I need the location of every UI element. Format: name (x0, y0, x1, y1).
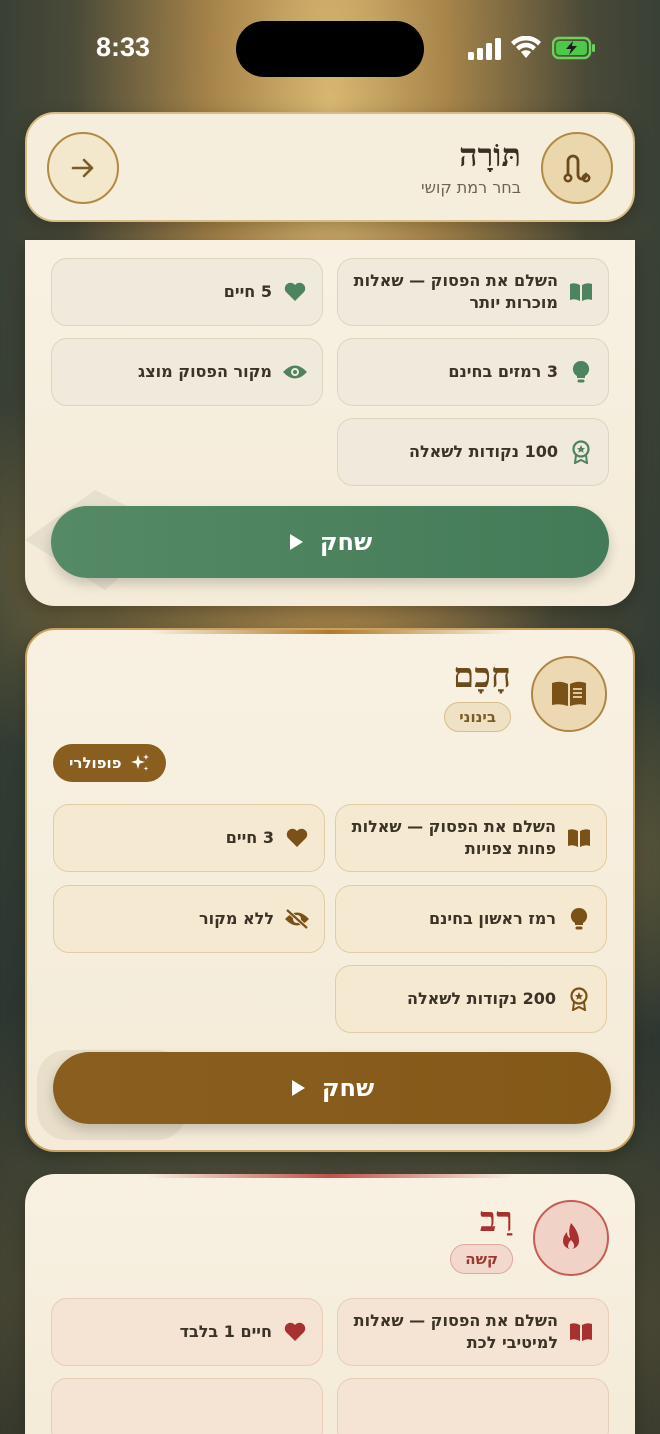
header-bar: תּוֹרָה בחר רמת קושי (25, 112, 635, 222)
feature-hints: 3 רמזים בחינם (337, 338, 609, 406)
route-icon-badge (541, 132, 613, 204)
card-accent-line (147, 630, 513, 634)
popular-label: פופולרי (69, 754, 122, 772)
feature-lives: 3 חיים (53, 804, 325, 872)
flame-icon (563, 1223, 579, 1250)
signal-icon (468, 38, 501, 60)
level-card-torah: השלם את הפסוק — שאלות מוכרות יותר 5 חיים… (25, 240, 635, 606)
feature-points: 100 נקודות לשאלה (337, 418, 609, 486)
feature-hints: רמז ראשון בחינם (335, 885, 607, 953)
feature-source: ללא מקור (53, 885, 325, 953)
eye-off-icon (284, 906, 310, 932)
play-label: שחק (321, 1074, 375, 1102)
level-card-rav: רַב קשה השלם את הפסוק — שאלות למיטיבי לכ… (25, 1174, 635, 1434)
page-title: תּוֹרָה (459, 136, 521, 174)
heart-icon (282, 1319, 308, 1345)
heart-icon (284, 825, 310, 851)
dynamic-island (236, 21, 424, 77)
arrow-right-icon (71, 158, 94, 178)
level-icon-badge (533, 1200, 609, 1276)
feature-source (51, 1378, 323, 1434)
feature-text: השלם את הפסוק — שאלות פחות צפויות (351, 817, 556, 858)
feature-text: חיים 1 בלבד (179, 1322, 272, 1341)
page-subtitle: בחר רמת קושי (421, 178, 521, 197)
feature-text: מקור הפסוק מוצג (138, 362, 272, 381)
feature-lives: חיים 1 בלבד (51, 1298, 323, 1366)
play-button-torah[interactable]: שחק (51, 506, 609, 578)
feature-text: 3 חיים (225, 828, 274, 847)
feature-source: מקור הפסוק מוצג (51, 338, 323, 406)
feature-hints (337, 1378, 609, 1434)
lightbulb-icon (566, 906, 592, 932)
route-icon (563, 154, 591, 183)
level-title: חָכָם (453, 656, 511, 696)
back-button[interactable] (47, 132, 119, 204)
status-bar: 8:33 (0, 0, 660, 100)
lightbulb-icon (568, 359, 594, 385)
level-title: רַב (479, 1200, 513, 1240)
popular-tag: פופולרי (53, 744, 166, 782)
feature-text: ללא מקור (198, 909, 274, 928)
feature-text: השלם את הפסוק — שאלות מוכרות יותר (353, 271, 558, 312)
battery-charging-icon (552, 36, 595, 60)
status-time: 8:33 (96, 32, 151, 62)
play-label: שחק (319, 528, 373, 556)
open-book-icon (568, 279, 594, 305)
feature-points: 200 נקודות לשאלה (335, 965, 607, 1033)
difficulty-badge: בינוני (444, 702, 511, 732)
sparkles-icon (130, 754, 149, 771)
feature-text: 200 נקודות לשאלה (406, 989, 556, 1008)
feature-verse-completion: השלם את הפסוק — שאלות מוכרות יותר (337, 258, 609, 326)
open-book-icon (566, 825, 592, 851)
feature-text: השלם את הפסוק — שאלות למיטיבי לכת (353, 1311, 558, 1352)
difficulty-badge: קשה (450, 1244, 513, 1274)
feature-verse-completion: השלם את הפסוק — שאלות פחות צפויות (335, 804, 607, 872)
feature-text: 5 חיים (223, 282, 272, 301)
level-card-hacham: חָכָם בינוני פופולרי השלם את הפסוק — שאל… (25, 628, 635, 1152)
feature-text: 3 רמזים בחינם (448, 362, 558, 381)
feature-text: 100 נקודות לשאלה (408, 442, 558, 461)
open-book-icon (568, 1319, 594, 1345)
wifi-icon (511, 36, 541, 58)
award-icon (566, 986, 592, 1012)
feature-verse-completion: השלם את הפסוק — שאלות למיטיבי לכת (337, 1298, 609, 1366)
play-button-hacham[interactable]: שחק (53, 1052, 611, 1124)
play-icon (291, 1080, 305, 1096)
book-icon (552, 681, 586, 706)
card-accent-line (145, 1174, 515, 1178)
heart-icon (282, 279, 308, 305)
level-icon-badge (531, 656, 607, 732)
play-icon (289, 534, 303, 550)
eye-icon (282, 359, 308, 385)
award-icon (568, 439, 594, 465)
feature-lives: 5 חיים (51, 258, 323, 326)
feature-text: רמז ראשון בחינם (428, 909, 556, 928)
